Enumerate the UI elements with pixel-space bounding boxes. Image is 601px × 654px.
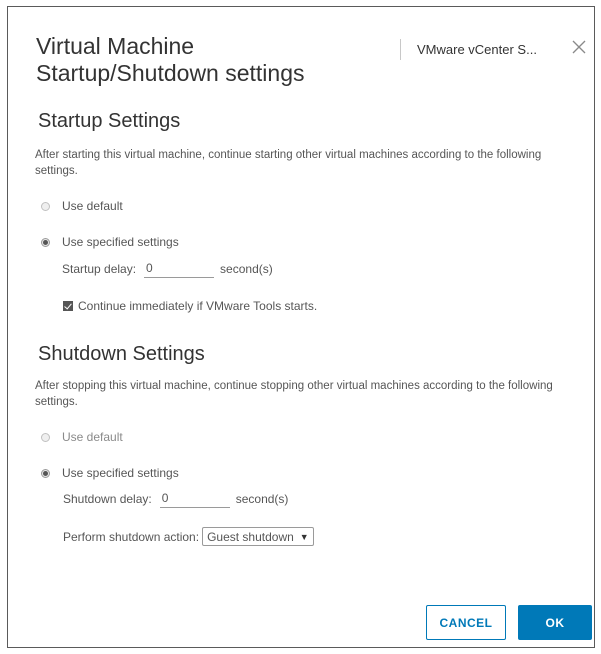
shutdown-action-label: Perform shutdown action: xyxy=(63,529,200,544)
shutdown-delay-row: Shutdown delay: second(s) xyxy=(63,489,288,508)
shutdown-use-specified-radio[interactable] xyxy=(41,468,50,478)
shutdown-delay-input[interactable] xyxy=(159,489,230,508)
shutdown-settings-description: After stopping this virtual machine, con… xyxy=(35,380,553,408)
startup-use-default-option[interactable]: Use default xyxy=(41,199,123,213)
shutdown-use-default-label: Use default xyxy=(62,430,123,444)
dialog-header-target: VMware vCenter S... xyxy=(400,39,537,60)
continue-immediately-label: Continue immediately if VMware Tools sta… xyxy=(78,299,318,313)
startup-delay-unit: second(s) xyxy=(220,261,273,276)
startup-use-specified-radio[interactable] xyxy=(41,237,50,247)
startup-delay-label: Startup delay: xyxy=(62,261,137,276)
startup-settings-description: After starting this virtual machine, con… xyxy=(35,149,542,177)
continue-immediately-checkbox[interactable] xyxy=(63,301,73,311)
shutdown-action-value: Guest shutdown xyxy=(207,529,294,544)
startup-shutdown-dialog: Virtual Machine Startup/Shutdown setting… xyxy=(7,6,595,648)
shutdown-use-default-radio[interactable] xyxy=(41,432,50,442)
startup-use-specified-option[interactable]: Use specified settings xyxy=(41,235,179,249)
shutdown-delay-label: Shutdown delay: xyxy=(63,491,152,506)
shutdown-delay-unit: second(s) xyxy=(235,491,289,506)
dialog-title: Virtual Machine Startup/Shutdown setting… xyxy=(36,33,305,86)
ok-button[interactable]: OK xyxy=(518,605,592,640)
cancel-button[interactable]: CANCEL xyxy=(426,605,506,640)
shutdown-settings-heading: Shutdown Settings xyxy=(38,343,205,365)
shutdown-use-specified-label: Use specified settings xyxy=(62,466,179,480)
chevron-down-icon: ▼ xyxy=(299,531,309,542)
startup-delay-input[interactable] xyxy=(144,259,215,278)
startup-use-default-radio[interactable] xyxy=(41,201,50,211)
close-icon[interactable] xyxy=(570,38,590,58)
startup-settings-heading: Startup Settings xyxy=(38,110,181,132)
shutdown-action-row: Perform shutdown action: Guest shutdown … xyxy=(63,527,314,546)
header-divider xyxy=(400,39,401,60)
shutdown-use-default-option[interactable]: Use default xyxy=(41,430,123,444)
shutdown-use-specified-option[interactable]: Use specified settings xyxy=(41,466,179,480)
startup-delay-row: Startup delay: second(s) xyxy=(62,259,273,278)
startup-use-default-label: Use default xyxy=(62,199,123,213)
target-vm-name: VMware vCenter S... xyxy=(417,42,537,57)
shutdown-action-select[interactable]: Guest shutdown ▼ xyxy=(202,527,314,546)
continue-immediately-option[interactable]: Continue immediately if VMware Tools sta… xyxy=(63,299,317,313)
startup-use-specified-label: Use specified settings xyxy=(62,235,179,249)
